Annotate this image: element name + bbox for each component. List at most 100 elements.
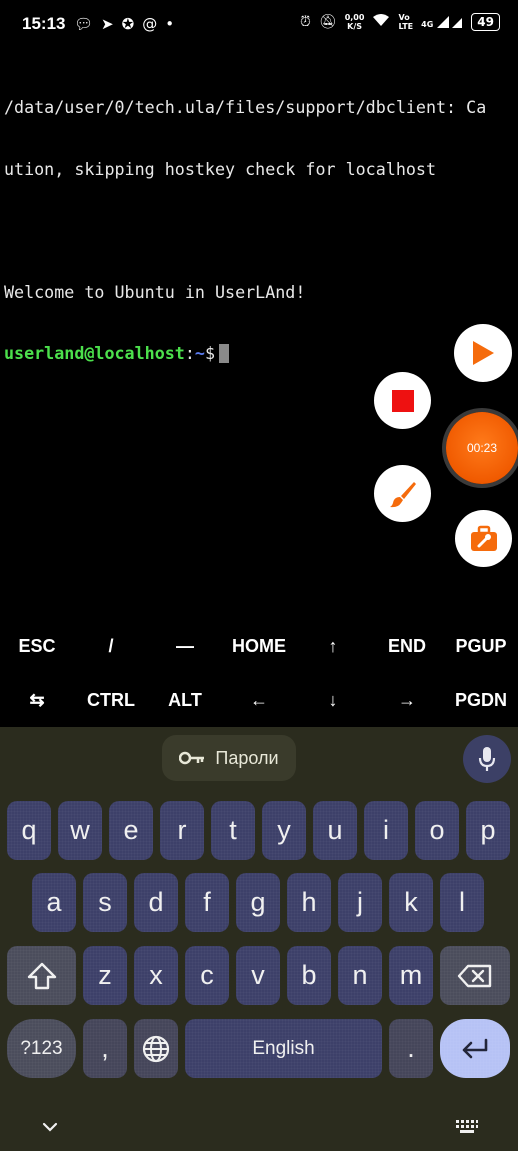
space-key[interactable]: English [185, 1019, 382, 1078]
end-key[interactable]: END [370, 620, 444, 673]
prompt-symbol: $ [204, 343, 215, 363]
terminal-line: /data/user/0/tech.ula/files/support/dbcl… [4, 97, 487, 117]
shift-icon [27, 962, 56, 989]
terminal-prompt: userland@localhost:~$ [4, 343, 516, 364]
battery-icon: 49 [471, 13, 500, 31]
backspace-key[interactable] [440, 946, 510, 1005]
key-j[interactable]: j [338, 873, 382, 932]
arrow-left-key[interactable]: ← [222, 674, 296, 727]
key-t[interactable]: t [211, 801, 255, 860]
enter-key[interactable] [440, 1019, 510, 1078]
key-r[interactable]: r [160, 801, 204, 860]
wifi-icon [372, 13, 390, 31]
stop-recording-button[interactable] [374, 372, 431, 429]
alt-key[interactable]: ALT [148, 674, 222, 727]
key-b[interactable]: b [287, 946, 331, 1005]
key-e[interactable]: e [109, 801, 153, 860]
terminal-cursor [218, 344, 229, 363]
keyboard-nav-bar [0, 1105, 518, 1151]
brush-icon [389, 481, 416, 507]
soft-keyboard: Пароли q w e r t y u i o p a s d f g h j… [0, 727, 518, 1151]
backspace-icon [457, 964, 492, 987]
key-y[interactable]: y [262, 801, 306, 860]
system-icons: ⏰︎ 🔕︎ 0,00 K/S Vo LTE 4G 49 [300, 13, 500, 31]
key-g[interactable]: g [236, 873, 280, 932]
key-l[interactable]: l [440, 873, 484, 932]
key-z[interactable]: z [83, 946, 127, 1005]
passwords-chip[interactable]: Пароли [162, 735, 296, 781]
switch-keyboard-button[interactable] [452, 1115, 482, 1139]
symbols-key[interactable]: ?123 [7, 1019, 76, 1078]
terminal-output[interactable]: /data/user/0/tech.ula/files/support/dbcl… [4, 56, 516, 384]
terminal-line: ution, skipping hostkey check for localh… [4, 158, 437, 179]
signal-icon: 4G [421, 15, 463, 29]
pgdn-key[interactable]: PGDN [444, 674, 518, 727]
extra-keys-row-1: ESC / — HOME ↑ END PGUP [0, 620, 518, 673]
status-bar: 15:13 💬︎ ➤ ✪ @ • ⏰︎ 🔕︎ 0,00 K/S Vo LTE 4… [0, 0, 518, 52]
extra-keys-row-2: ⇆ CTRL ALT ← ↓ → PGDN [0, 674, 518, 727]
volte-indicator: Vo LTE [398, 13, 414, 31]
terminal-line: Welcome to Ubuntu in UserLAnd! [4, 281, 306, 302]
send-icon: ➤ [101, 15, 114, 33]
key-s[interactable]: s [83, 873, 127, 932]
period-key[interactable]: . [389, 1019, 433, 1078]
key-a[interactable]: a [32, 873, 76, 932]
passwords-label: Пароли [215, 747, 279, 768]
key-f[interactable]: f [185, 873, 229, 932]
key-p[interactable]: p [466, 801, 510, 860]
key-w[interactable]: w [58, 801, 102, 860]
key-v[interactable]: v [236, 946, 280, 1005]
draw-button[interactable] [374, 465, 431, 522]
extra-keys-bar: ESC / — HOME ↑ END PGUP ⇆ CTRL ALT ← ↓ →… [0, 620, 518, 727]
play-icon [473, 341, 494, 365]
arrow-down-key[interactable]: ↓ [296, 674, 370, 727]
key-k[interactable]: k [389, 873, 433, 932]
prompt-path: ~ [194, 343, 205, 363]
prompt-separator: : [184, 343, 195, 363]
voice-input-button[interactable] [463, 735, 511, 783]
toolbox-icon [470, 525, 497, 551]
key-q[interactable]: q [7, 801, 51, 860]
chevron-down-icon [42, 1122, 58, 1132]
dash-key[interactable]: — [148, 620, 222, 673]
language-key[interactable] [134, 1019, 178, 1078]
keyboard-toolbar: Пароли [0, 727, 518, 789]
shift-key[interactable] [7, 946, 76, 1005]
chat-icon: 💬︎ [74, 15, 94, 33]
prompt-user: userland@localhost [4, 343, 185, 363]
key-x[interactable]: x [134, 946, 178, 1005]
key-o[interactable]: o [415, 801, 459, 860]
key-icon [179, 751, 205, 765]
key-d[interactable]: d [134, 873, 178, 932]
arrow-right-key[interactable]: → [370, 674, 444, 727]
play-button[interactable] [454, 324, 512, 382]
keyboard-icon [456, 1120, 478, 1133]
recording-timer-button[interactable]: 00:23 [446, 412, 518, 484]
globe-icon [142, 1035, 170, 1062]
tab-key[interactable]: ⇆ [0, 674, 74, 727]
mute-notifications-icon: 🔕︎ [318, 14, 337, 30]
pgup-key[interactable]: PGUP [444, 620, 518, 673]
status-time: 15:13 [22, 14, 66, 33]
ctrl-key[interactable]: CTRL [74, 674, 148, 727]
dot-icon: • [165, 15, 175, 33]
star-badge-icon: ✪ [121, 15, 135, 33]
key-n[interactable]: n [338, 946, 382, 1005]
esc-key[interactable]: ESC [0, 620, 74, 673]
key-u[interactable]: u [313, 801, 357, 860]
slash-key[interactable]: / [74, 620, 148, 673]
toolbox-button[interactable] [455, 510, 512, 567]
home-key[interactable]: HOME [222, 620, 296, 673]
comma-key[interactable]: , [83, 1019, 127, 1078]
key-i[interactable]: i [364, 801, 408, 860]
hide-keyboard-button[interactable] [36, 1115, 64, 1139]
at-icon: @ [142, 15, 158, 33]
notification-icons: 💬︎ ➤ ✪ @ • [74, 15, 174, 33]
key-h[interactable]: h [287, 873, 331, 932]
microphone-icon [478, 747, 496, 771]
arrow-up-key[interactable]: ↑ [296, 620, 370, 673]
key-c[interactable]: c [185, 946, 229, 1005]
key-m[interactable]: m [389, 946, 433, 1005]
stop-icon [391, 389, 414, 412]
